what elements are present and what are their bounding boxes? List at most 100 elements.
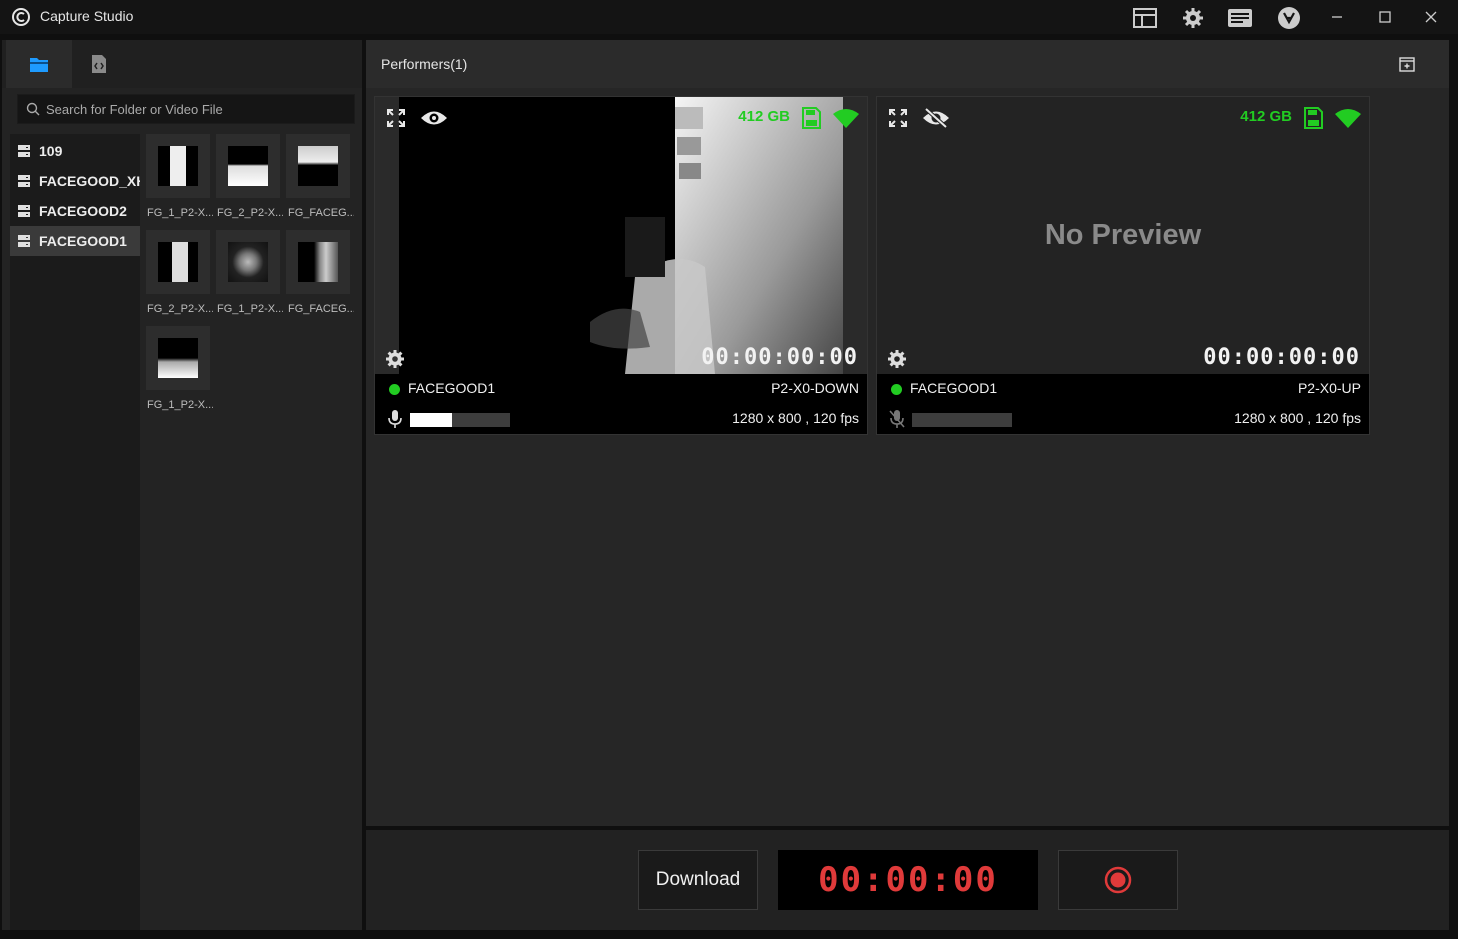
sd-card-icon (1301, 106, 1325, 130)
search-box (17, 94, 355, 124)
server-icon (18, 205, 30, 217)
video-label: FG_1_P2-X... (147, 207, 213, 219)
storage-free: 412 GB (738, 108, 790, 125)
folder-label: FACEGOOD2 (39, 203, 127, 219)
logo-badge-icon[interactable] (1276, 6, 1302, 30)
maximize-icon (1379, 11, 1391, 23)
wifi-icon (832, 106, 860, 130)
video-thumbnail-image (158, 146, 198, 186)
video-thumbnail-image (228, 146, 268, 186)
camera-audio-row: 1280 x 800 , 120 fps (375, 404, 867, 434)
search-icon (26, 102, 40, 116)
folder-item[interactable]: FACEGOOD_XHW (10, 166, 140, 196)
camera-name: P2-X0-UP (1297, 380, 1361, 396)
file-browser-tabs (2, 40, 362, 88)
camera-timecode: 00:00:00:00 (701, 345, 858, 370)
camera-info-row: FACEGOOD1 P2-X0-UP (877, 374, 1369, 404)
video-thumbnail-image (228, 242, 268, 282)
video-thumbnail[interactable] (146, 134, 210, 198)
audio-level-meter (410, 413, 510, 427)
video-thumbnail-image (158, 338, 198, 378)
search-input[interactable] (46, 95, 346, 123)
keyboard-icon[interactable] (1227, 6, 1253, 30)
storage-free: 412 GB (1240, 108, 1292, 125)
video-thumbnail[interactable] (146, 230, 210, 294)
download-button[interactable]: Download (638, 850, 758, 910)
camera-settings-icon[interactable] (885, 347, 909, 371)
folder-label: FACEGOOD1 (39, 233, 127, 249)
camera-preview: 412 GB No Preview 00:00:00:00 (877, 97, 1369, 374)
camera-preview: 412 GB 00:00:00:00 (375, 97, 867, 374)
fullscreen-icon[interactable] (886, 106, 910, 130)
tab-folders[interactable] (6, 40, 72, 88)
video-thumbnail-image (298, 146, 338, 186)
add-performer-button[interactable] (1399, 56, 1415, 72)
camera-settings-icon[interactable] (383, 347, 407, 371)
status-dot (389, 384, 400, 395)
camera-name: P2-X0-DOWN (771, 380, 859, 396)
minimize-icon (1332, 16, 1342, 18)
record-button[interactable] (1058, 850, 1178, 910)
no-preview-text: No Preview (1044, 219, 1202, 251)
wifi-icon (1334, 106, 1362, 130)
folder-item[interactable]: 109 (10, 136, 140, 166)
layout-icon[interactable] (1132, 6, 1158, 30)
video-thumbnail[interactable] (216, 134, 280, 198)
video-label: FG_2_P2-X... (217, 207, 283, 219)
fullscreen-icon[interactable] (384, 106, 408, 130)
title-bar: Capture Studio (0, 0, 1458, 34)
video-label: FG_2_P2-X... (147, 303, 213, 315)
server-icon (18, 235, 30, 247)
performer-name: FACEGOOD1 (408, 380, 496, 396)
video-thumbnail-image (158, 242, 198, 282)
recording-bar: Download 00:00:00 (366, 830, 1449, 930)
audio-level-meter (912, 413, 1012, 427)
eye-off-icon[interactable] (921, 106, 951, 130)
camera-resolution: 1280 x 800 , 120 fps (732, 410, 859, 426)
add-window-icon (1399, 57, 1415, 72)
performer-name: FACEGOOD1 (910, 380, 998, 396)
folder-icon (30, 57, 48, 72)
video-thumbnail-image (298, 242, 338, 282)
server-icon (18, 145, 30, 157)
video-thumbnail[interactable] (286, 134, 350, 198)
microphone-muted-icon[interactable] (889, 409, 905, 429)
app-title: Capture Studio (40, 8, 134, 24)
camera-resolution: 1280 x 800 , 120 fps (1234, 410, 1361, 426)
camera-info-row: FACEGOOD1 P2-X0-DOWN (375, 374, 867, 404)
folder-item-selected[interactable]: FACEGOOD1 (10, 226, 140, 256)
folder-list: 109 FACEGOOD_XHW FACEGOOD2 FACEGOOD1 (10, 134, 140, 930)
file-browser-panel: 109 FACEGOOD_XHW FACEGOOD2 FACEGOOD1 FG_… (2, 40, 362, 930)
gear-icon[interactable] (1180, 6, 1206, 30)
close-icon (1425, 11, 1437, 23)
record-icon (1104, 866, 1132, 894)
record-timer: 00:00:00 (778, 850, 1038, 910)
folder-label: FACEGOOD_XHW (39, 173, 140, 189)
minimize-button[interactable] (1322, 6, 1352, 28)
camera-card[interactable]: 412 GB No Preview 00:00:00:00 FACEGOOD1 … (876, 96, 1370, 435)
video-label: FG_1_P2-X... (147, 399, 213, 411)
camera-audio-row: 1280 x 800 , 120 fps (877, 404, 1369, 434)
camera-preview-image (375, 97, 867, 374)
video-label: FG_FACEG... (288, 303, 354, 315)
video-thumbnail[interactable] (216, 230, 280, 294)
folder-label: 109 (39, 143, 63, 159)
sd-card-icon (799, 106, 823, 130)
tab-code-files[interactable] (66, 40, 132, 88)
video-label: FG_1_P2-X... (217, 303, 283, 315)
code-file-icon (92, 55, 106, 73)
folder-item[interactable]: FACEGOOD2 (10, 196, 140, 226)
camera-timecode: 00:00:00:00 (1203, 345, 1360, 370)
microphone-icon[interactable] (387, 409, 403, 429)
camera-card[interactable]: 412 GB 00:00:00:00 FACEGOOD1 P2-X0-DOWN … (374, 96, 868, 435)
performers-header: Performers(1) (366, 40, 1449, 88)
server-icon (18, 175, 30, 187)
eye-icon[interactable] (419, 106, 449, 130)
app-logo-icon (12, 8, 30, 26)
audio-level-fill (410, 413, 452, 427)
video-thumbnail[interactable] (286, 230, 350, 294)
close-button[interactable] (1416, 6, 1446, 28)
video-thumbnail[interactable] (146, 326, 210, 390)
maximize-button[interactable] (1370, 6, 1400, 28)
status-dot (891, 384, 902, 395)
